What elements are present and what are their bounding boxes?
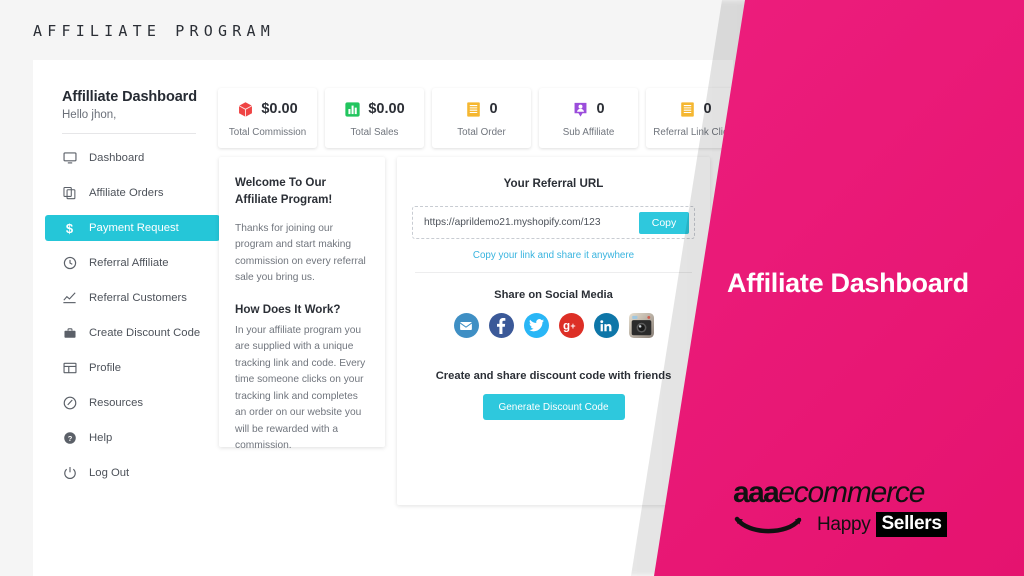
receipt-icon <box>465 101 482 118</box>
how-it-works-heading: How Does It Work? <box>235 302 341 316</box>
referral-url-input[interactable] <box>422 216 639 229</box>
sidebar-item-resources[interactable]: Resources <box>45 390 220 416</box>
app-panel: Affilliate Dashboard Hello jhon, Dashboa… <box>33 60 745 576</box>
tag-icon <box>61 396 78 411</box>
welcome-card: Welcome To Our Affiliate Program! Thanks… <box>219 157 385 451</box>
stat-label: Total Commission <box>228 127 307 138</box>
svg-text:?: ? <box>67 434 72 443</box>
stat-value: $0.00 <box>261 101 298 117</box>
svg-text:+: + <box>570 321 575 331</box>
copy-hint: Copy your link and share it anywhere <box>472 250 635 261</box>
stat-label: Total Sales <box>350 127 399 138</box>
dollar-icon: $ <box>65 220 74 236</box>
bar-chart-icon <box>344 101 361 118</box>
stat-value: 0 <box>596 101 605 117</box>
stat-label: Total Order <box>457 127 506 138</box>
stat-label: Sub Affiliate <box>562 127 615 138</box>
linkedin-icon[interactable] <box>593 313 619 338</box>
history-icon <box>61 256 78 271</box>
stat-card-top: $0.00 <box>344 98 405 120</box>
page-title: AFFILIATE PROGRAM <box>33 22 275 40</box>
facebook-icon[interactable] <box>488 313 514 338</box>
sidebar-item-affiliate-orders[interactable]: Affiliate Orders <box>45 180 220 206</box>
logo-happy: Happy <box>817 513 871 535</box>
receipt-icon <box>679 101 696 118</box>
social-icon-row: g + <box>397 313 710 338</box>
user-badge-icon <box>572 101 589 118</box>
stat-card-total-order: 0 Total Order <box>432 88 531 148</box>
welcome-heading: Welcome To Our Affiliate Program! <box>235 176 333 206</box>
sidebar: Affilliate Dashboard Hello jhon, Dashboa… <box>33 60 220 576</box>
sidebar-item-log-out[interactable]: Log Out <box>45 460 220 486</box>
email-icon[interactable] <box>453 313 479 338</box>
sidebar-item-create-discount-code[interactable]: Create Discount Code <box>45 320 220 346</box>
sidebar-title: Affilliate Dashboard <box>62 89 197 105</box>
instagram-icon[interactable] <box>628 313 654 338</box>
sidebar-item-dashboard[interactable]: Dashboard <box>45 145 220 171</box>
sidebar-item-label: Dashboard <box>89 152 145 164</box>
sidebar-item-label: Referral Customers <box>89 292 187 304</box>
stat-card-total-sales: $0.00 Total Sales <box>325 88 424 148</box>
sidebar-nav: Dashboard Affiliate Orders $ Payment Reques… <box>45 145 220 495</box>
sidebar-item-label: Payment Request <box>89 222 179 234</box>
screenshot-root: AFFILIATE PROGRAM Affilliate Dashboard H… <box>0 0 1024 576</box>
monitor-icon <box>61 151 78 166</box>
twitter-icon[interactable] <box>523 313 549 338</box>
google-plus-icon[interactable]: g + <box>558 313 584 338</box>
stat-card-total-commission: $0.00 Total Commission <box>218 88 317 148</box>
logo-aaa: aaa <box>733 476 780 509</box>
stat-value: 0 <box>489 101 498 117</box>
copy-button[interactable]: Copy <box>639 211 689 234</box>
question-circle-icon: ? <box>61 431 78 446</box>
svg-text:g: g <box>563 321 570 332</box>
logo-ecommerce: ecommerce <box>778 476 925 509</box>
logo-sellers: Sellers <box>876 512 947 537</box>
stat-card-top: 0 <box>465 98 498 120</box>
card-divider <box>415 272 692 273</box>
sidebar-item-help[interactable]: ? Help <box>45 425 220 451</box>
sidebar-item-label: Create Discount Code <box>89 327 201 339</box>
sidebar-item-referral-customers[interactable]: Referral Customers <box>45 285 220 311</box>
stat-card-sub-affiliate: 0 Sub Affiliate <box>539 88 638 148</box>
generate-discount-code-button[interactable]: Generate Discount Code <box>482 394 625 420</box>
stat-value: $0.00 <box>368 101 405 117</box>
logo-tagline: Happy Sellers <box>733 512 1013 537</box>
logo-wordmark: aaaecommerce <box>733 478 1013 508</box>
box-icon <box>237 101 254 118</box>
grid-icon <box>61 361 78 376</box>
brand-logo: aaaecommerce Happy Sellers <box>733 478 1013 537</box>
social-title: Share on Social Media <box>494 289 613 301</box>
briefcase-icon <box>61 326 78 341</box>
sidebar-divider <box>62 133 196 134</box>
referral-url-title: Your Referral URL <box>503 177 604 190</box>
sidebar-item-label: Profile <box>89 362 122 374</box>
smile-arrow-icon <box>733 515 805 535</box>
line-chart-icon <box>61 291 78 306</box>
stat-card-top: $0.00 <box>237 98 298 120</box>
sidebar-item-label: Resources <box>89 397 143 409</box>
power-icon <box>61 466 78 481</box>
stat-card-top: 0 <box>572 98 605 120</box>
stat-card-row: $0.00 Total Commission $0.00 Total Sales 0 To… <box>218 88 745 148</box>
sidebar-item-profile[interactable]: Profile <box>45 355 220 381</box>
sidebar-item-referral-affiliate[interactable]: Referral Affiliate <box>45 250 220 276</box>
sidebar-greeting: Hello jhon, <box>62 109 117 121</box>
sidebar-item-payment-request[interactable]: $ Payment Request <box>45 215 220 241</box>
welcome-body: Thanks for joining our program and start… <box>235 222 366 284</box>
how-it-works-body: In your affiliate program you are suppli… <box>235 324 366 452</box>
sidebar-item-label: Help <box>89 432 113 444</box>
sidebar-item-label: Log Out <box>89 467 130 479</box>
sidebar-item-label: Referral Affiliate <box>89 257 169 269</box>
sidebar-item-label: Affiliate Orders <box>89 187 164 199</box>
copy-icon <box>61 186 78 201</box>
promo-title: Affiliate Dashboard <box>727 268 969 298</box>
referral-url-box: Copy <box>412 206 695 239</box>
